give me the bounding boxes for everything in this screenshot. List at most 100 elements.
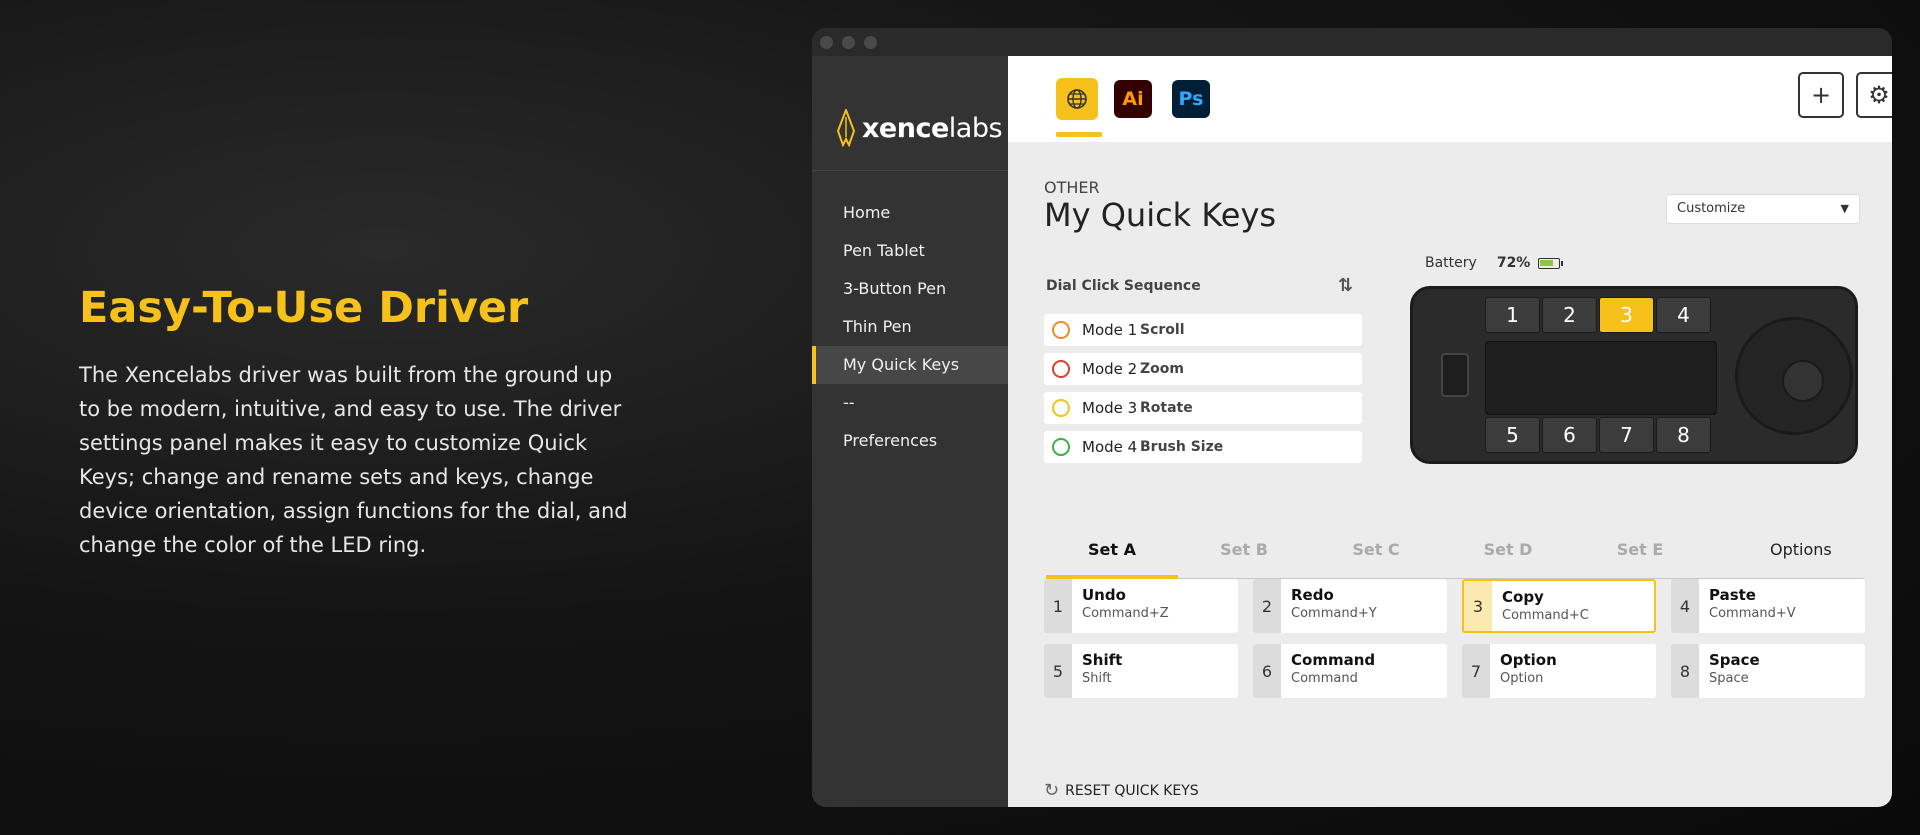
quick-key-card-selected[interactable]: 3 Copy Command+C	[1462, 579, 1656, 633]
quick-key-card[interactable]: 5 Shift Shift	[1044, 644, 1238, 698]
device-key-6[interactable]: 6	[1542, 417, 1597, 453]
battery-percent: 72%	[1496, 255, 1531, 271]
key-name: Paste	[1709, 586, 1756, 604]
battery-status: Battery 72%	[1425, 255, 1564, 271]
active-tab-indicator	[1056, 132, 1102, 137]
sidebar-item-my-quick-keys[interactable]: My Quick Keys	[812, 346, 1008, 384]
pen-nib-logo-icon	[836, 109, 856, 147]
device-side-button[interactable]	[1441, 353, 1469, 397]
device-key-5[interactable]: 5	[1485, 417, 1540, 453]
key-number: 3	[1464, 581, 1492, 631]
tab-photoshop-app[interactable]: Ps	[1172, 80, 1210, 118]
sidebar-item-separator[interactable]: --	[812, 384, 1008, 422]
tab-set-c[interactable]: Set C	[1310, 521, 1442, 579]
key-name: Copy	[1502, 588, 1544, 606]
quick-key-card[interactable]: 6 Command Command	[1253, 644, 1447, 698]
reset-label: RESET QUICK KEYS	[1065, 782, 1199, 799]
key-number: 7	[1462, 644, 1490, 698]
dial-mode-row[interactable]: Mode 2 Zoom	[1044, 353, 1362, 385]
dial-sequence-title: Dial Click Sequence	[1046, 278, 1201, 294]
customize-dropdown[interactable]: Customize ▼	[1666, 194, 1860, 224]
hero: Easy-To-Use Driver The Xencelabs driver …	[79, 282, 639, 562]
device-key-2[interactable]: 2	[1542, 297, 1597, 333]
main-panel: Ai Ps + ⚙ OTHER My Quick Keys Customize …	[1008, 56, 1892, 807]
key-name: Shift	[1082, 651, 1123, 669]
led-color-ring-icon[interactable]	[1052, 399, 1070, 417]
key-shortcut: Command+Z	[1082, 606, 1169, 621]
dial-mode-row[interactable]: Mode 1 Scroll	[1044, 314, 1362, 346]
dial-mode-row[interactable]: Mode 4 Brush Size	[1044, 431, 1362, 463]
key-shortcut: Space	[1709, 671, 1749, 686]
tab-set-b[interactable]: Set B	[1178, 521, 1310, 579]
device-key-7[interactable]: 7	[1599, 417, 1654, 453]
set-tabs: Set A Set B Set C Set D Set E Options ▼	[1046, 521, 1864, 616]
device-dial[interactable]	[1735, 317, 1853, 435]
key-number: 4	[1671, 579, 1699, 633]
key-number: 8	[1671, 644, 1699, 698]
customize-value: Customize	[1677, 201, 1746, 216]
key-shortcut: Command+V	[1709, 606, 1796, 621]
dial-mode-row[interactable]: Mode 3 Rotate	[1044, 392, 1362, 424]
sidebar-item-home[interactable]: Home	[812, 194, 1008, 232]
xencelabs-logo: xencelabs	[836, 108, 1003, 148]
add-app-button[interactable]: +	[1798, 72, 1844, 118]
tab-illustrator-app[interactable]: Ai	[1114, 80, 1152, 118]
sidebar-nav: Home Pen Tablet 3-Button Pen Thin Pen My…	[812, 194, 1008, 460]
device-key-8[interactable]: 8	[1656, 417, 1711, 453]
sidebar: xencelabs Home Pen Tablet 3-Button Pen T…	[812, 56, 1008, 807]
led-color-ring-icon[interactable]	[1052, 360, 1070, 378]
sidebar-item-thin-pen[interactable]: Thin Pen	[812, 308, 1008, 346]
sidebar-item-pen-tablet[interactable]: Pen Tablet	[812, 232, 1008, 270]
tab-set-a[interactable]: Set A	[1046, 521, 1178, 579]
globe-icon	[1067, 89, 1087, 109]
sidebar-item-3-button-pen[interactable]: 3-Button Pen	[812, 270, 1008, 308]
key-shortcut: Command	[1291, 671, 1358, 686]
zoom-window-button[interactable]	[864, 36, 877, 49]
tab-set-e[interactable]: Set E	[1574, 521, 1706, 579]
key-shortcut: Command+Y	[1291, 606, 1377, 621]
device-key-3[interactable]: 3	[1599, 297, 1654, 333]
battery-label: Battery	[1425, 255, 1477, 271]
mode-name: Mode 3	[1082, 399, 1138, 417]
key-name: Command	[1291, 651, 1376, 669]
quick-key-card[interactable]: 4 Paste Command+V	[1671, 579, 1865, 633]
dial-center-button[interactable]	[1782, 360, 1824, 402]
hero-body: The Xencelabs driver was built from the …	[79, 363, 628, 557]
key-shortcut: Command+C	[1502, 608, 1589, 623]
device-oled-screen	[1485, 341, 1717, 415]
logo-wordmark: xencelabs	[862, 112, 1003, 144]
gear-icon: ⚙	[1868, 81, 1890, 109]
sidebar-divider	[812, 170, 1008, 171]
tab-set-d[interactable]: Set D	[1442, 521, 1574, 579]
quick-key-card[interactable]: 7 Option Option	[1462, 644, 1656, 698]
reset-quick-keys-button[interactable]: ↻ RESET QUICK KEYS	[1044, 780, 1199, 801]
titlebar	[812, 28, 1892, 56]
reorder-icon[interactable]: ⇅	[1338, 275, 1353, 296]
mode-function: Brush Size	[1140, 439, 1224, 455]
sidebar-item-preferences[interactable]: Preferences	[812, 422, 1008, 460]
mode-name: Mode 4	[1082, 438, 1138, 456]
refresh-icon: ↻	[1044, 780, 1060, 801]
key-number: 1	[1044, 579, 1072, 633]
key-number: 6	[1253, 644, 1281, 698]
page-title: My Quick Keys	[1044, 196, 1277, 234]
device-key-4[interactable]: 4	[1656, 297, 1711, 333]
close-window-button[interactable]	[820, 36, 833, 49]
tab-global-app[interactable]	[1056, 78, 1098, 120]
key-name: Undo	[1082, 586, 1126, 604]
minimize-window-button[interactable]	[842, 36, 855, 49]
key-name: Redo	[1291, 586, 1334, 604]
quick-key-card[interactable]: 1 Undo Command+Z	[1044, 579, 1238, 633]
mode-function: Zoom	[1140, 361, 1184, 377]
settings-button[interactable]: ⚙	[1856, 72, 1892, 118]
led-color-ring-icon[interactable]	[1052, 438, 1070, 456]
options-dropdown[interactable]: Options ▼	[1770, 521, 1864, 616]
key-name: Space	[1709, 651, 1760, 669]
key-name: Option	[1500, 651, 1557, 669]
led-color-ring-icon[interactable]	[1052, 321, 1070, 339]
quick-key-card[interactable]: 2 Redo Command+Y	[1253, 579, 1447, 633]
key-shortcut: Shift	[1082, 671, 1112, 686]
device-key-1[interactable]: 1	[1485, 297, 1540, 333]
quick-key-card[interactable]: 8 Space Space	[1671, 644, 1865, 698]
key-number: 2	[1253, 579, 1281, 633]
